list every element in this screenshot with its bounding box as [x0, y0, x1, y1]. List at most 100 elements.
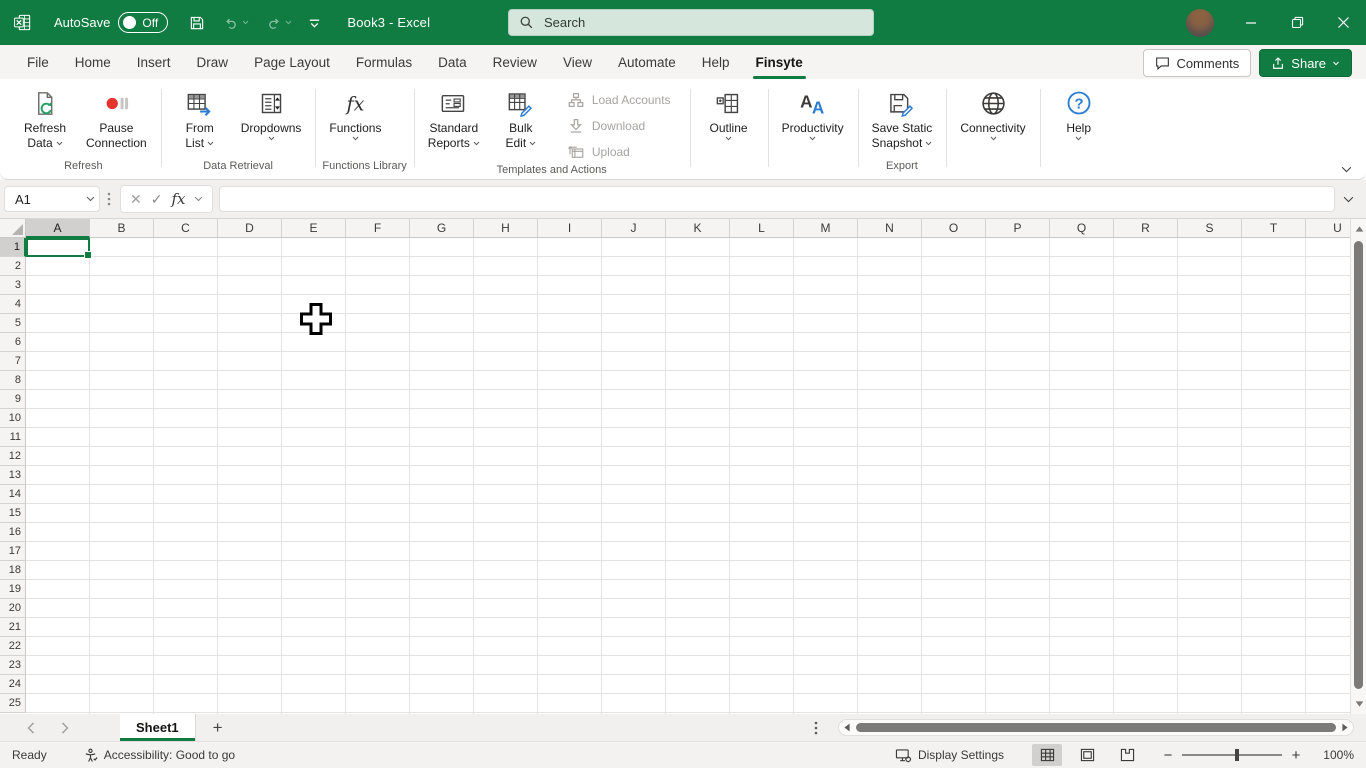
row-header-11[interactable]: 11 [0, 428, 26, 447]
column-header-C[interactable]: C [154, 219, 218, 238]
row-header-3[interactable]: 3 [0, 276, 26, 295]
ribbon-button-dropdowns[interactable]: Dropdowns [234, 84, 309, 143]
row-header-13[interactable]: 13 [0, 466, 26, 485]
row-header-18[interactable]: 18 [0, 561, 26, 580]
ribbon-button-load-accounts[interactable]: Load Accounts [561, 88, 677, 111]
column-header-R[interactable]: R [1114, 219, 1178, 238]
avatar[interactable] [1186, 9, 1214, 37]
view-page-break-button[interactable] [1112, 744, 1142, 766]
column-header-F[interactable]: F [346, 219, 410, 238]
column-header-B[interactable]: B [90, 219, 154, 238]
row-header-12[interactable]: 12 [0, 447, 26, 466]
autosave-toggle[interactable]: Off [118, 12, 168, 33]
column-header-D[interactable]: D [218, 219, 282, 238]
row-header-1[interactable]: 1 [0, 238, 26, 257]
tab-draw[interactable]: Draw [184, 45, 242, 79]
ribbon-button-productivity[interactable]: AAProductivity [775, 84, 851, 143]
view-page-layout-button[interactable] [1072, 744, 1102, 766]
tab-help[interactable]: Help [689, 45, 743, 79]
row-header-2[interactable]: 2 [0, 257, 26, 276]
column-header-I[interactable]: I [538, 219, 602, 238]
row-header-19[interactable]: 19 [0, 580, 26, 599]
column-header-S[interactable]: S [1178, 219, 1242, 238]
zoom-in-button[interactable]: + [1286, 747, 1306, 764]
row-header-17[interactable]: 17 [0, 542, 26, 561]
ribbon-button-bulk-edit[interactable]: BulkEdit [489, 84, 553, 153]
sheet-nav-right-button[interactable] [48, 714, 82, 741]
scroll-up-button[interactable] [1351, 221, 1366, 237]
ribbon-button-refresh-data[interactable]: RefreshData [13, 84, 77, 153]
close-button[interactable] [1320, 0, 1366, 45]
insert-function-button[interactable]: fx [171, 190, 185, 208]
scroll-right-button[interactable] [1337, 723, 1353, 732]
column-header-U[interactable]: U [1306, 219, 1350, 238]
row-header-7[interactable]: 7 [0, 352, 26, 371]
undo-button[interactable] [222, 14, 249, 32]
row-header-25[interactable]: 25 [0, 694, 26, 713]
minimize-button[interactable] [1228, 0, 1274, 45]
row-header-4[interactable]: 4 [0, 295, 26, 314]
row-header-15[interactable]: 15 [0, 504, 26, 523]
ribbon-button-help-ribbon[interactable]: ?Help [1047, 84, 1111, 143]
row-header-5[interactable]: 5 [0, 314, 26, 333]
column-header-H[interactable]: H [474, 219, 538, 238]
tab-page-layout[interactable]: Page Layout [241, 45, 343, 79]
zoom-slider[interactable] [1182, 745, 1282, 765]
tab-file[interactable]: File [14, 45, 62, 79]
share-button[interactable]: Share [1259, 49, 1352, 77]
column-header-L[interactable]: L [730, 219, 794, 238]
ribbon-button-download[interactable]: Download [561, 114, 677, 137]
column-header-A[interactable]: A [26, 219, 90, 238]
tab-finsyte[interactable]: Finsyte [743, 45, 816, 79]
row-header-23[interactable]: 23 [0, 656, 26, 675]
column-header-J[interactable]: J [602, 219, 666, 238]
formula-bar-expand-button[interactable] [1341, 196, 1362, 203]
fill-handle[interactable] [84, 251, 92, 259]
row-header-16[interactable]: 16 [0, 523, 26, 542]
tab-insert[interactable]: Insert [124, 45, 184, 79]
column-header-T[interactable]: T [1242, 219, 1306, 238]
row-header-22[interactable]: 22 [0, 637, 26, 656]
comments-button[interactable]: Comments [1143, 49, 1251, 77]
sheet-tab-splitter[interactable] [814, 714, 818, 742]
select-all-corner[interactable] [0, 219, 26, 238]
add-sheet-button[interactable]: + [196, 714, 240, 741]
column-header-Q[interactable]: Q [1050, 219, 1114, 238]
accessibility-status[interactable]: Accessibility: Good to go [83, 748, 235, 763]
tab-automate[interactable]: Automate [605, 45, 689, 79]
enter-button[interactable]: ✓ [151, 192, 163, 206]
view-normal-button[interactable] [1032, 744, 1062, 766]
zoom-out-button[interactable]: − [1158, 747, 1178, 764]
formula-bar-splitter[interactable] [100, 192, 118, 206]
column-header-O[interactable]: O [922, 219, 986, 238]
scroll-left-button[interactable] [839, 723, 855, 732]
row-header-14[interactable]: 14 [0, 485, 26, 504]
row-header-21[interactable]: 21 [0, 618, 26, 637]
row-header-8[interactable]: 8 [0, 371, 26, 390]
tab-view[interactable]: View [550, 45, 605, 79]
ribbon-button-functions[interactable]: fxFunctions [322, 84, 388, 143]
formula-input[interactable] [219, 186, 1335, 212]
tab-review[interactable]: Review [480, 45, 550, 79]
column-header-K[interactable]: K [666, 219, 730, 238]
cells-area[interactable] [26, 238, 1350, 714]
sheet-tab-sheet1[interactable]: Sheet1 [120, 714, 196, 741]
ribbon-button-standard-reports[interactable]: StandardReports [421, 84, 487, 153]
restore-button[interactable] [1274, 0, 1320, 45]
excel-app-icon[interactable] [13, 13, 32, 32]
row-header-24[interactable]: 24 [0, 675, 26, 694]
sheet-nav-left-button[interactable] [14, 714, 48, 741]
column-header-M[interactable]: M [794, 219, 858, 238]
row-header-6[interactable]: 6 [0, 333, 26, 352]
zoom-level[interactable]: 100% [1312, 748, 1354, 762]
quick-access-customize-button[interactable] [308, 17, 321, 29]
ribbon-button-outline[interactable]: Outline [697, 84, 761, 143]
tab-data[interactable]: Data [425, 45, 480, 79]
row-header-20[interactable]: 20 [0, 599, 26, 618]
ribbon-button-save-static-snapshot[interactable]: Save StaticSnapshot [865, 84, 940, 153]
tab-home[interactable]: Home [62, 45, 124, 79]
cancel-button[interactable]: ✕ [130, 192, 142, 206]
collapse-ribbon-button[interactable] [1341, 166, 1352, 173]
vertical-scroll-thumb[interactable] [1354, 241, 1363, 689]
column-header-P[interactable]: P [986, 219, 1050, 238]
